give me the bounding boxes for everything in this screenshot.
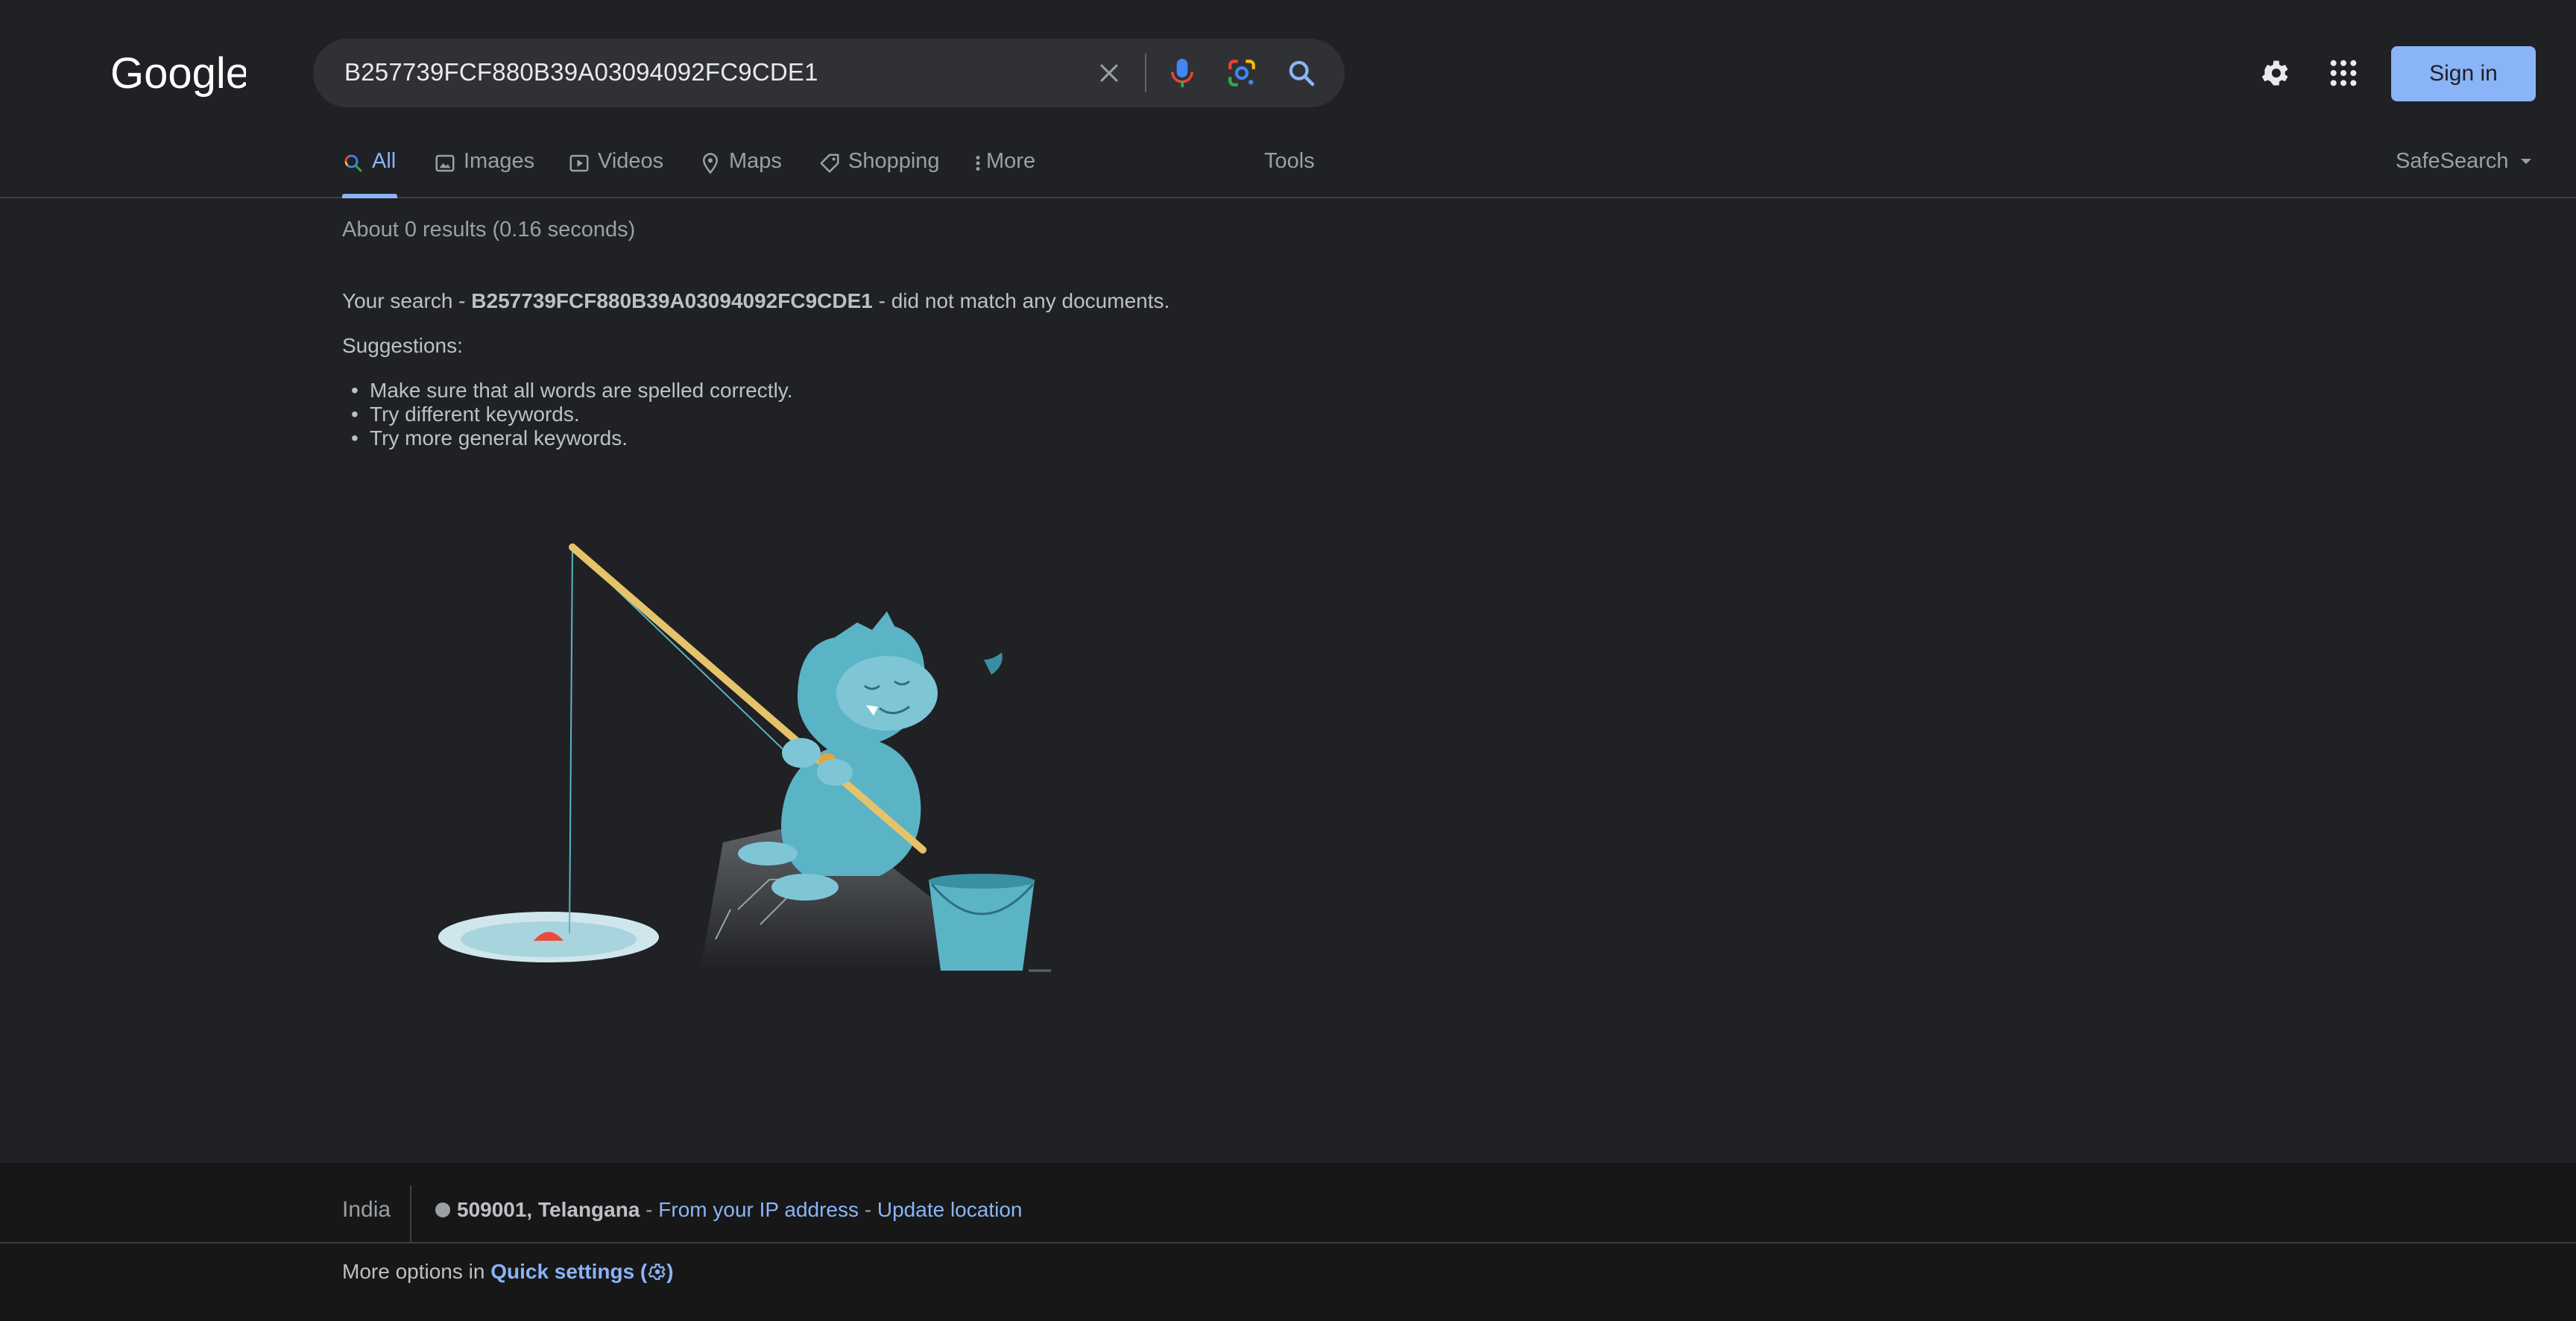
no-match-query: B257739FCF880B39A03094092FC9CDE1 [471, 289, 873, 312]
suggestion-item: Try more general keywords. [351, 426, 793, 450]
search-input[interactable]: B257739FCF880B39A03094092FC9CDE1 [344, 58, 818, 86]
suggestions-title: Suggestions: [342, 334, 463, 357]
more-options-text: More options in [342, 1260, 491, 1283]
update-location-link[interactable]: Update location [877, 1198, 1023, 1221]
tab-maps[interactable]: Maps [699, 149, 782, 198]
map-pin-icon [699, 152, 722, 174]
no-match-suffix: - did not match any documents. [872, 289, 1170, 312]
active-tab-indicator [342, 194, 397, 198]
no-match-prefix: Your search - [342, 289, 472, 312]
apps-grid-icon[interactable] [2323, 52, 2364, 94]
searchbox-divider [1145, 54, 1146, 92]
search-tabs: All Images Videos Maps Shopping More Too… [0, 142, 2576, 198]
more-vert-icon [973, 152, 983, 174]
tools-label: Tools [1264, 149, 1315, 173]
tab-label: Videos [598, 149, 664, 173]
suggestions-list: Make sure that all words are spelled cor… [351, 379, 793, 450]
tab-images[interactable]: Images [434, 149, 534, 198]
tab-label: All [372, 149, 397, 173]
microphone-icon[interactable] [1163, 54, 1202, 92]
google-lens-icon[interactable] [1222, 54, 1261, 92]
fishing-yeti-illustration [438, 543, 1051, 972]
separator: - [640, 1198, 659, 1221]
search-icon[interactable] [1282, 54, 1321, 92]
safesearch-label: SafeSearch [2396, 149, 2509, 173]
ip-address-link[interactable]: From your IP address [658, 1198, 859, 1221]
country-label: India [342, 1197, 391, 1222]
footer-location-row: India 509001, Telangana - From your IP a… [0, 1163, 2576, 1243]
tab-videos[interactable]: Videos [568, 149, 663, 198]
safesearch-dropdown[interactable]: SafeSearch [2396, 149, 2533, 198]
caret-down-icon [2519, 158, 2533, 165]
suggestion-item: Make sure that all words are spelled cor… [351, 379, 792, 403]
footer: India 509001, Telangana - From your IP a… [0, 1163, 2576, 1321]
tag-icon [818, 152, 841, 174]
search-box[interactable]: B257739FCF880B39A03094092FC9CDE1 [313, 39, 1345, 107]
yeti-face [836, 656, 938, 731]
settings-gear-icon[interactable] [2254, 52, 2296, 94]
tab-shopping[interactable]: Shopping [818, 149, 940, 198]
location-text: 509001, Telangana [457, 1198, 640, 1221]
location-dot-icon [435, 1202, 450, 1217]
tab-label: More [986, 149, 1036, 173]
image-icon [434, 152, 456, 174]
svg-text:Google: Google [110, 49, 246, 98]
quick-settings-close: ) [666, 1260, 674, 1283]
clear-icon[interactable] [1090, 54, 1128, 92]
location-info: 509001, Telangana - From your IP address… [457, 1198, 1022, 1222]
quick-settings-icon [648, 1264, 666, 1280]
search-icon [342, 152, 364, 174]
tab-label: Maps [729, 149, 782, 173]
header: Google B257739FCF880B39A03094092FC9CDE1 [0, 0, 2576, 149]
result-stats: About 0 results (0.16 seconds) [342, 218, 636, 242]
bucket [929, 880, 1035, 971]
separator: - [859, 1198, 877, 1221]
footer-options-row: More options in Quick settings () [342, 1260, 674, 1284]
tools-button[interactable]: Tools [1264, 149, 1315, 198]
tab-all[interactable]: All [342, 149, 397, 198]
quick-settings-label: Quick settings ( [490, 1260, 648, 1283]
quick-settings-link[interactable]: Quick settings () [490, 1260, 673, 1283]
tab-label: Shopping [848, 149, 940, 173]
no-results-message: Your search - B257739FCF880B39A03094092F… [342, 289, 1169, 313]
sign-in-button[interactable]: Sign in [2391, 46, 2536, 101]
footer-divider [410, 1185, 411, 1243]
tab-more[interactable]: More [973, 149, 1035, 198]
tab-label: Images [464, 149, 535, 173]
google-logo[interactable]: Google [110, 49, 246, 98]
play-icon [568, 152, 590, 174]
suggestion-item: Try different keywords. [351, 403, 793, 426]
